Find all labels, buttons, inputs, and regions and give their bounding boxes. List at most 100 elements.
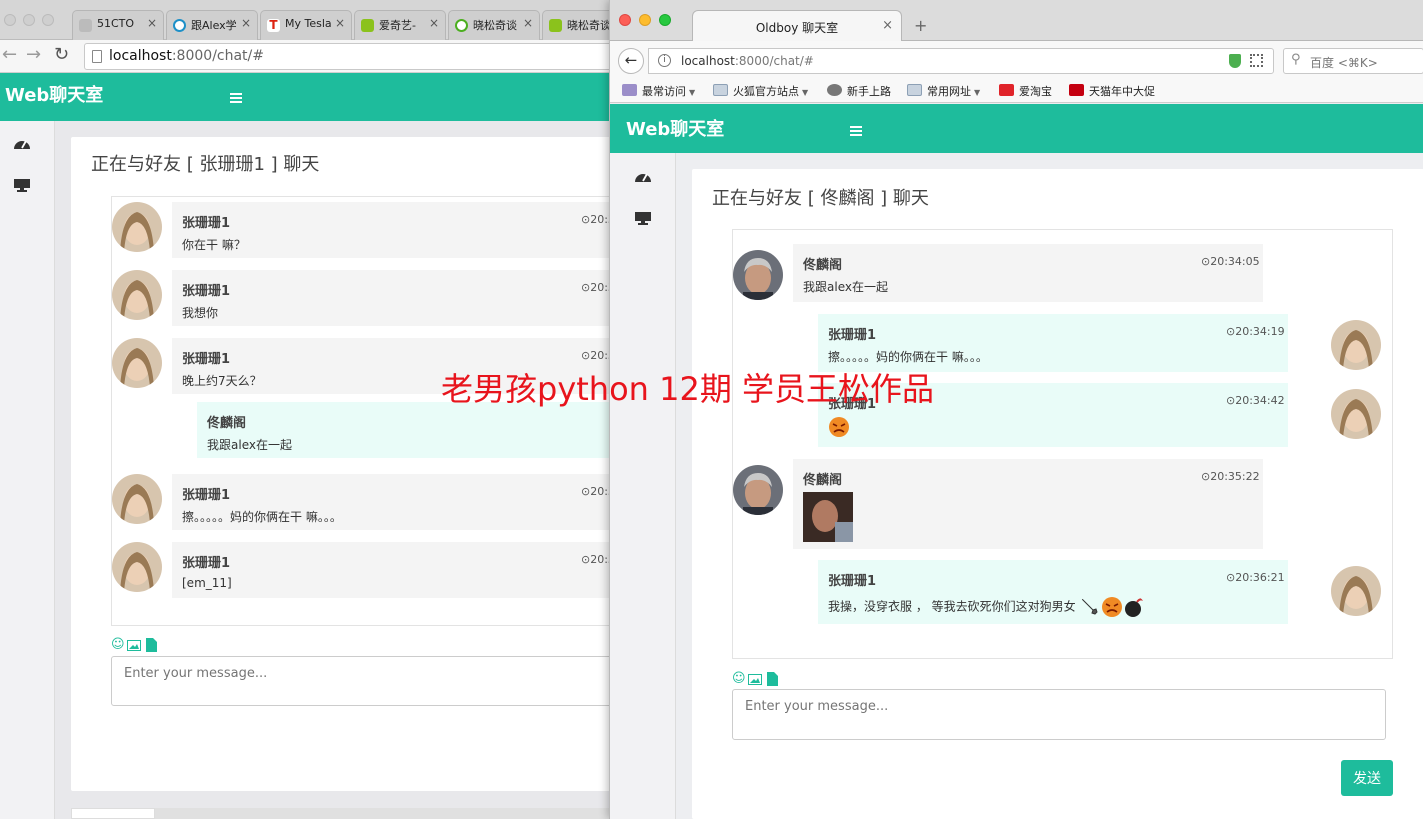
tab-oldboy-chat[interactable]: Oldboy 聊天室 × xyxy=(692,10,902,42)
url-field[interactable]: i localhost:8000/chat/# ↻ xyxy=(648,48,1298,74)
message-time: ⊙20:3 xyxy=(581,349,612,362)
menu-icon[interactable] xyxy=(230,93,242,103)
knife-icon xyxy=(1082,598,1099,615)
message-text: 我操，没穿衣服 ， 等我去砍死你们这对狗男女 xyxy=(828,596,1145,618)
avatar xyxy=(112,542,162,592)
url-field[interactable]: localhost:8000/chat/# xyxy=(84,43,612,70)
tab-xiaosong-2[interactable]: 晓松奇谈 xyxy=(542,10,612,40)
image-icon[interactable] xyxy=(748,674,762,685)
app-header: Web聊天室 xyxy=(610,104,1423,153)
tab-51cto[interactable]: 51CTO × xyxy=(72,10,164,40)
avatar xyxy=(1331,566,1381,616)
caret-down-icon: ▼ xyxy=(974,88,981,97)
avatar xyxy=(733,465,783,515)
close-icon[interactable] xyxy=(619,14,631,26)
maximize-icon[interactable] xyxy=(659,14,671,26)
bookmark-getting-started[interactable]: 新手上路 xyxy=(827,83,891,99)
reload-icon[interactable]: ↻ xyxy=(54,44,69,65)
message-bubble: 佟麟阁 ⊙20:34:05 我跟alex在一起 xyxy=(793,244,1263,302)
back-arrow-icon[interactable]: ← xyxy=(618,48,644,74)
tab-xiaosong-1[interactable]: 晓松奇谈 × xyxy=(448,10,540,40)
file-icon[interactable] xyxy=(767,672,778,686)
caret-down-icon: ▼ xyxy=(802,88,809,97)
qr-code-icon[interactable] xyxy=(1250,54,1263,67)
message-time: ⊙20:34:05 xyxy=(1201,255,1260,268)
message-bubble: 张珊珊1 ⊙20:3 擦。。。。。妈的你俩在干 嘛。。。 xyxy=(172,474,612,530)
forward-arrow-icon[interactable]: → xyxy=(26,44,41,65)
minimize-icon[interactable] xyxy=(639,14,651,26)
message-text: 我跟alex在一起 xyxy=(207,438,292,452)
sender-name: 张珊珊1 xyxy=(182,284,231,299)
desktop-icon[interactable] xyxy=(634,211,652,225)
avatar xyxy=(112,338,162,388)
photo-thumbnail[interactable] xyxy=(803,492,853,542)
iqiyi-logo-icon xyxy=(361,19,374,32)
avatar xyxy=(112,202,162,252)
panel-title: 正在与好友 [ 张珊珊1 ] 聊天 xyxy=(91,154,320,175)
menu-icon[interactable] xyxy=(850,126,862,136)
info-icon[interactable]: i xyxy=(658,54,671,67)
dashboard-icon[interactable] xyxy=(634,169,652,183)
sender-name: 张珊珊1 xyxy=(828,574,877,589)
message-time: ⊙20:3 xyxy=(581,485,612,498)
avatar xyxy=(112,270,162,320)
bookmark-firefox-sites[interactable]: 火狐官方站点 ▼ xyxy=(713,83,808,99)
bookmark-common-sites[interactable]: 常用网址 ▼ xyxy=(907,83,980,99)
close-tab-icon[interactable]: × xyxy=(241,16,251,30)
close-tab-icon[interactable]: × xyxy=(882,18,893,33)
tab-alex[interactable]: 跟Alex学 × xyxy=(166,10,258,40)
message-input[interactable] xyxy=(111,656,612,706)
message-list[interactable]: 张珊珊1 ⊙20:3 你在干 嘛？ 张珊珊1 ⊙20:3 我想你 张珊珊1 ⊙2… xyxy=(111,196,612,626)
send-button[interactable]: 发送 xyxy=(1341,760,1393,796)
watermark-text: 老男孩python 12期 学员王松作品 xyxy=(441,370,935,408)
back-arrow-icon[interactable]: ← xyxy=(2,44,17,65)
message-text: [em_11] xyxy=(182,576,232,590)
sender-name: 张珊珊1 xyxy=(182,488,231,503)
message-time: ⊙20:35:22 xyxy=(1201,470,1260,483)
folder-icon xyxy=(907,84,922,96)
app-header: Web聊天室 xyxy=(0,73,612,121)
tab-iqiyi[interactable]: 爱奇艺- × xyxy=(354,10,446,40)
close-tab-icon[interactable]: × xyxy=(523,16,533,30)
message-input[interactable] xyxy=(732,689,1386,740)
maximize-icon[interactable] xyxy=(42,14,54,26)
iqiyi-logo-icon xyxy=(549,19,562,32)
message-text: 擦。。。。。妈的你俩在干 嘛。。。 xyxy=(182,510,342,524)
footer-tab[interactable] xyxy=(71,808,155,819)
search-input[interactable]: ⚲ 百度 <⌘K> xyxy=(1283,48,1423,74)
message-time: ⊙20:3 xyxy=(581,213,612,226)
sidebar xyxy=(610,153,676,819)
bookmark-tmall[interactable]: 天猫年中大促 xyxy=(1069,83,1155,99)
minimize-icon[interactable] xyxy=(23,14,35,26)
sender-name: 张珊珊1 xyxy=(182,216,231,231)
message-bubble: 张珊珊1 ⊙20:3 你在干 嘛？ xyxy=(172,202,612,258)
close-tab-icon[interactable]: × xyxy=(335,16,345,30)
message-bubble: 佟麟阁 ⊙20:35:22 xyxy=(793,459,1263,549)
shield-icon[interactable] xyxy=(1229,54,1241,68)
desktop-icon[interactable] xyxy=(13,178,31,192)
close-tab-icon[interactable]: × xyxy=(429,16,439,30)
message-text xyxy=(828,416,850,438)
tab-tesla[interactable]: T My Tesla × xyxy=(260,10,352,40)
close-tab-icon[interactable]: × xyxy=(147,16,157,30)
new-tab-icon[interactable]: + xyxy=(914,16,927,35)
avatar xyxy=(112,474,162,524)
footer-bar xyxy=(71,808,612,819)
message-text: 你在干 嘛？ xyxy=(182,238,246,252)
search-icon: ⚲ xyxy=(1291,52,1301,67)
smiley-icon[interactable]: ☺ xyxy=(732,671,746,686)
back-tab-bar: 51CTO × 跟Alex学 × T My Tesla × 爱奇艺- × 晓松奇… xyxy=(0,0,612,40)
brand-title: Web聊天室 xyxy=(626,119,725,140)
smiley-icon[interactable]: ☺ xyxy=(111,637,125,652)
file-icon[interactable] xyxy=(146,638,157,652)
globe-icon xyxy=(827,84,842,96)
bookmark-most-visited[interactable]: 最常访问 ▼ xyxy=(622,83,695,99)
message-time: ⊙20:3 xyxy=(581,281,612,294)
taobao-logo-icon xyxy=(999,84,1014,96)
bookmark-ai-taobao[interactable]: 爱淘宝 xyxy=(999,83,1052,99)
dashboard-icon[interactable] xyxy=(13,136,31,150)
message-list[interactable]: 佟麟阁 ⊙20:34:05 我跟alex在一起 张珊珊1 ⊙20:34:19 擦… xyxy=(732,229,1393,659)
image-icon[interactable] xyxy=(127,640,141,651)
close-icon[interactable] xyxy=(4,14,16,26)
message-time: ⊙20:3 xyxy=(581,553,612,566)
